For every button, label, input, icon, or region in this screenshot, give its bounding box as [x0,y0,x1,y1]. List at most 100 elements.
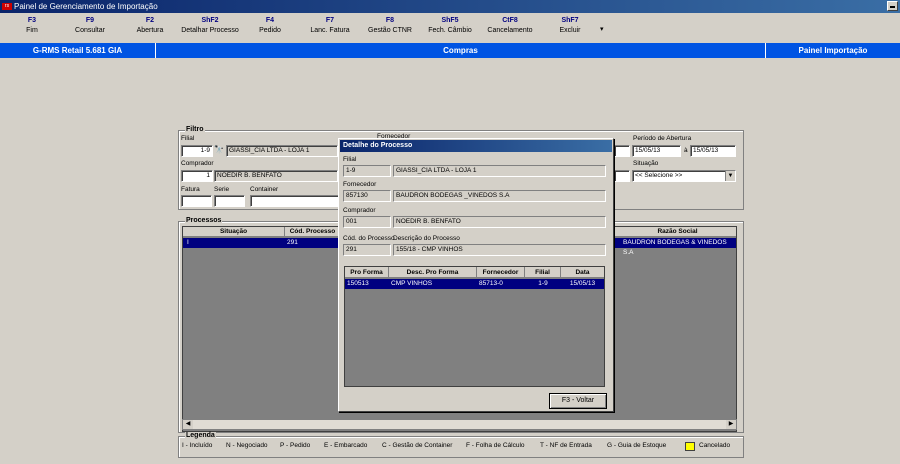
toolbar-fim-button[interactable]: F3 Fim [0,17,64,34]
toolbar-consultar-button[interactable]: F9 Consultar [58,17,122,34]
chevron-down-icon[interactable]: ▼ [725,171,735,181]
toolbar-pedido-button[interactable]: F4 Pedido [238,17,302,34]
dialog-cod-value: 291 [343,244,391,256]
situacao-select[interactable]: << Selecione >> ▼ [632,170,736,182]
legend-group-title: Legenda [185,432,216,439]
legend-item: F - Folha de Cálculo [466,442,525,449]
window-title: Painel de Gerenciamento de Importação [14,2,158,11]
dialog-fornecedor-name: BAUDRON BODEGAS _VINEDOS S.A [393,190,606,202]
container-input[interactable] [250,195,340,207]
action-label: Detalhar Processo [181,27,239,34]
row-filial: 1-9 [538,280,548,287]
comprador-name-field: NOEDIR B. BENFATO [214,170,338,182]
col-razao-social[interactable]: Razão Social [619,227,736,237]
legend-cancelado: Cancelado [699,442,731,449]
dialog-title: Detalhe do Processo [340,140,612,152]
legend-item: T - NF de Entrada [540,442,592,449]
periodo-label: Período de Abertura [633,135,692,142]
col-desc-pro-forma[interactable]: Desc. Pro Forma [389,267,477,278]
col-cod-processo[interactable]: Cód. Processo [285,227,341,237]
filial-name-field: GIASSI_CIA LTDA - LOJA 1 [226,145,338,157]
col-fornecedor[interactable]: Fornecedor [477,267,525,278]
situacao-selected-value: << Selecione >> [635,172,683,179]
key-label: ShF2 [201,17,219,24]
col-data[interactable]: Data [561,267,604,278]
window-titlebar: rs Painel de Gerenciamento de Importação [0,0,900,13]
row-cod-processo: 291 [287,239,298,246]
module-name: Compras [156,43,766,58]
container-label: Container [250,186,279,193]
legend-item: C - Gestão de Container [382,442,453,449]
toolbar-abertura-button[interactable]: F2 Abertura [118,17,182,34]
toolbar-lanc-fatura-button[interactable]: F7 Lanc. Fatura [298,17,362,34]
row-razao-social: BAUDRON BODEGAS & VINEDOS S.A [623,239,727,256]
toolbar-detalhar-button[interactable]: ShF2 Detalhar Processo [178,17,242,34]
scroll-left-icon[interactable]: ◀ [183,420,193,429]
action-label: Consultar [75,27,105,34]
row-desc: CMP VINHOS [391,280,433,287]
col-pro-forma[interactable]: Pro Forma [345,267,389,278]
action-label: Gestão CTNR [368,27,412,34]
key-label: ShF5 [441,17,459,24]
dialog-filial-code: 1-9 [343,165,391,177]
dialog-fornecedor-code: 857130 [343,190,391,202]
periodo-end-input[interactable]: 15/05/13 [690,145,736,157]
horizontal-scrollbar[interactable]: ◀ ▶ [182,419,737,430]
row-pro-forma: 150513 [347,280,369,287]
minimize-button[interactable] [887,1,898,11]
legend-item: G - Guia de Estoque [607,442,667,449]
action-label: Cancelamento [487,27,533,34]
pro-forma-table[interactable]: Pro Forma Desc. Pro Forma Fornecedor Fil… [344,266,605,387]
serie-input[interactable] [214,195,245,207]
cancelado-color-swatch [685,442,695,451]
table-row[interactable]: 150513 CMP VINHOS 85713-0 1-9 15/05/13 [345,279,604,289]
module-header: G-RMS Retail 5.681 GIA Compras Painel Im… [0,43,900,58]
action-label: Abertura [136,27,164,34]
col-situacao[interactable]: Situação [183,227,285,237]
function-key-toolbar: F3 Fim F9 Consultar F2 Abertura ShF2 Detalha… [0,13,900,42]
serie-label: Serie [214,186,230,193]
action-label: Lanc. Fatura [310,27,350,34]
toolbar-more-chevron-icon[interactable]: ▾ [600,25,604,33]
periodo-separator: à [684,147,688,154]
scroll-right-icon[interactable]: ▶ [726,420,736,429]
periodo-start-input[interactable]: 15/05/13 [632,145,681,157]
legend-item: N - Negociado [226,442,268,449]
fatura-label: Fatura [181,186,200,193]
binoculars-search-icon[interactable]: 🔭 [214,145,224,154]
processes-group-title: Processos [185,217,223,224]
toolbar-excluir-button[interactable]: ShF7 Excluir [538,17,602,34]
dialog-filial-label: Filial [343,156,357,163]
toolbar-cancelamento-button[interactable]: CtF8 Cancelamento [478,17,542,34]
legend-item: I - Incluído [182,442,213,449]
filial-label: Filial [181,135,195,142]
dialog-fornecedor-label: Fornecedor [343,181,377,188]
action-label: Fech. Câmbio [428,27,472,34]
toolbar-fech-cambio-button[interactable]: ShF5 Fech. Câmbio [418,17,482,34]
filial-code-input[interactable]: 1-9 [181,145,213,157]
key-label: F4 [265,17,275,24]
dialog-comprador-name: NOEDIR B. BENFATO [393,216,606,228]
row-fornecedor: 85713-0 [479,280,503,287]
screen-name: Painel Importação [798,46,868,55]
process-detail-dialog: Detalhe do Processo Filial 1-9 GIASSI_CI… [338,138,614,412]
dialog-comprador-label: Comprador [343,207,376,214]
action-label: Excluir [559,27,581,34]
fornecedor-name-field-edge [614,145,630,157]
dialog-comprador-code: 001 [343,216,391,228]
pro-forma-table-header: Pro Forma Desc. Pro Forma Fornecedor Fil… [345,267,604,278]
dialog-desc-label: Descrição do Processo [393,235,460,242]
key-label: ShF7 [561,17,579,24]
row-data: 15/05/13 [569,280,596,287]
system-version: G-RMS Retail 5.681 GIA [0,43,156,58]
key-label: F8 [385,17,395,24]
action-label: Fim [26,27,38,34]
fatura-input[interactable] [181,195,212,207]
col-filial[interactable]: Filial [525,267,561,278]
dialog-cod-label: Cód. do Processo [343,235,395,242]
situacao-label: Situação [633,160,659,167]
app-icon: rs [2,3,12,10]
toolbar-gestao-ctnr-button[interactable]: F8 Gestão CTNR [358,17,422,34]
voltar-button[interactable]: F3 - Voltar [549,393,607,409]
comprador-code-input[interactable]: 1 [181,170,213,182]
